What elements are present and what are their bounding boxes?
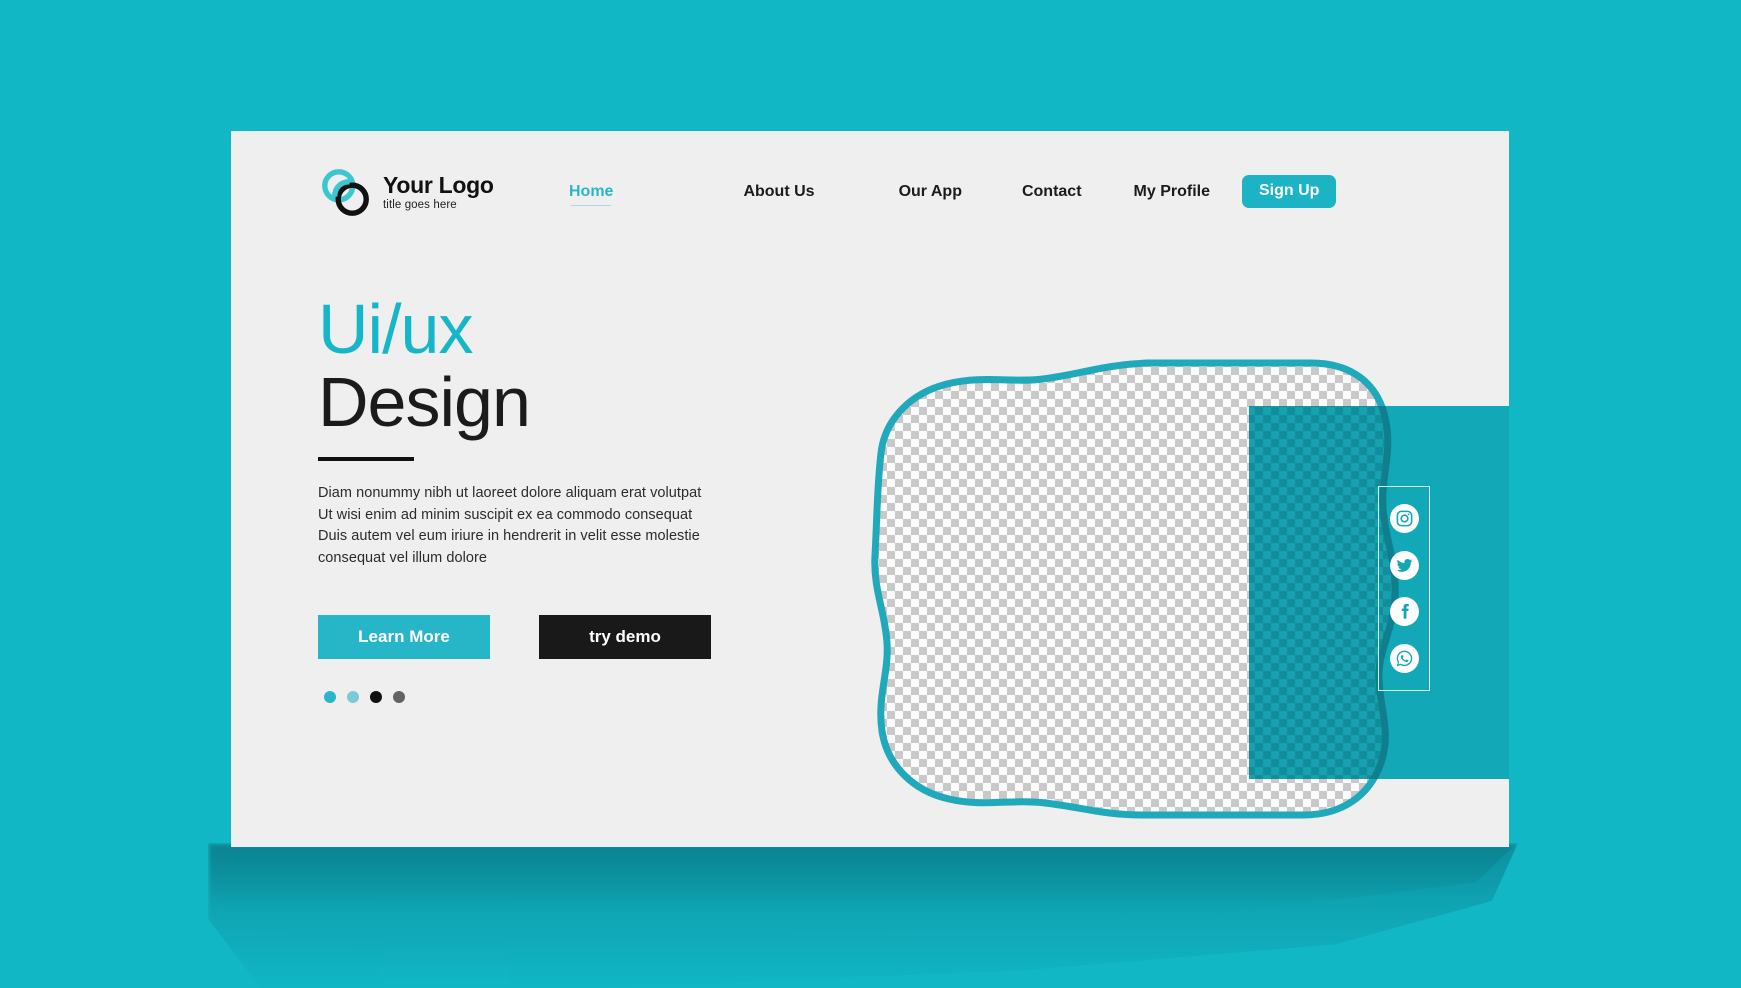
logo-title: Your Logo — [383, 171, 494, 198]
learn-more-button[interactable]: Learn More — [318, 615, 490, 660]
main-navigation: Home About Us Our App Contact My Profile — [569, 175, 1337, 208]
carousel-dot-4[interactable] — [393, 691, 405, 704]
hero-paragraph: Diam nonummy nibh ut laoreet dolore aliq… — [318, 485, 702, 566]
hero-title-line-1: Ui/ux — [318, 290, 473, 368]
facebook-icon[interactable] — [1389, 597, 1419, 627]
nav-link-home[interactable]: Home — [569, 183, 613, 201]
nav-link-our-app[interactable]: Our App — [899, 183, 962, 201]
sign-up-button[interactable]: Sign Up — [1242, 175, 1337, 208]
hero-artwork — [751, 271, 1509, 847]
nav-item-about-us[interactable]: About Us — [743, 183, 814, 201]
logo-tagline: title goes here — [383, 198, 457, 211]
twitter-icon[interactable] — [1389, 550, 1419, 580]
social-links-panel — [1378, 486, 1430, 691]
landing-page-mockup: Your Logo title goes here Home About Us … — [0, 0, 1741, 988]
hero-button-row: Learn More try demo — [318, 615, 758, 660]
whatsapp-icon[interactable] — [1389, 643, 1419, 673]
site-header: Your Logo title goes here Home About Us … — [231, 131, 1509, 254]
nav-item-home[interactable]: Home — [569, 183, 613, 206]
instagram-icon[interactable] — [1389, 504, 1419, 534]
carousel-dot-1[interactable] — [324, 691, 336, 704]
nav-item-my-profile[interactable]: My Profile — [1134, 183, 1210, 201]
carousel-dot-2[interactable] — [347, 691, 359, 704]
carousel-dots — [318, 691, 758, 704]
title-divider — [318, 457, 414, 462]
nav-item-contact[interactable]: Contact — [1022, 183, 1082, 201]
hero-title-line-2: Design — [318, 363, 531, 442]
landing-page-card: Your Logo title goes here Home About Us … — [231, 131, 1509, 847]
logo[interactable]: Your Logo title goes here — [318, 165, 494, 220]
nav-link-contact[interactable]: Contact — [1022, 183, 1082, 201]
try-demo-button[interactable]: try demo — [539, 615, 711, 660]
nav-link-my-profile[interactable]: My Profile — [1134, 183, 1210, 201]
nav-item-our-app[interactable]: Our App — [899, 183, 962, 201]
nav-link-about-us[interactable]: About Us — [743, 183, 814, 201]
interlocking-loops-logo-icon — [318, 165, 373, 220]
carousel-dot-3[interactable] — [370, 691, 382, 704]
hero-copy: Ui/ux Design Diam nonummy nibh ut laoree… — [318, 290, 758, 704]
